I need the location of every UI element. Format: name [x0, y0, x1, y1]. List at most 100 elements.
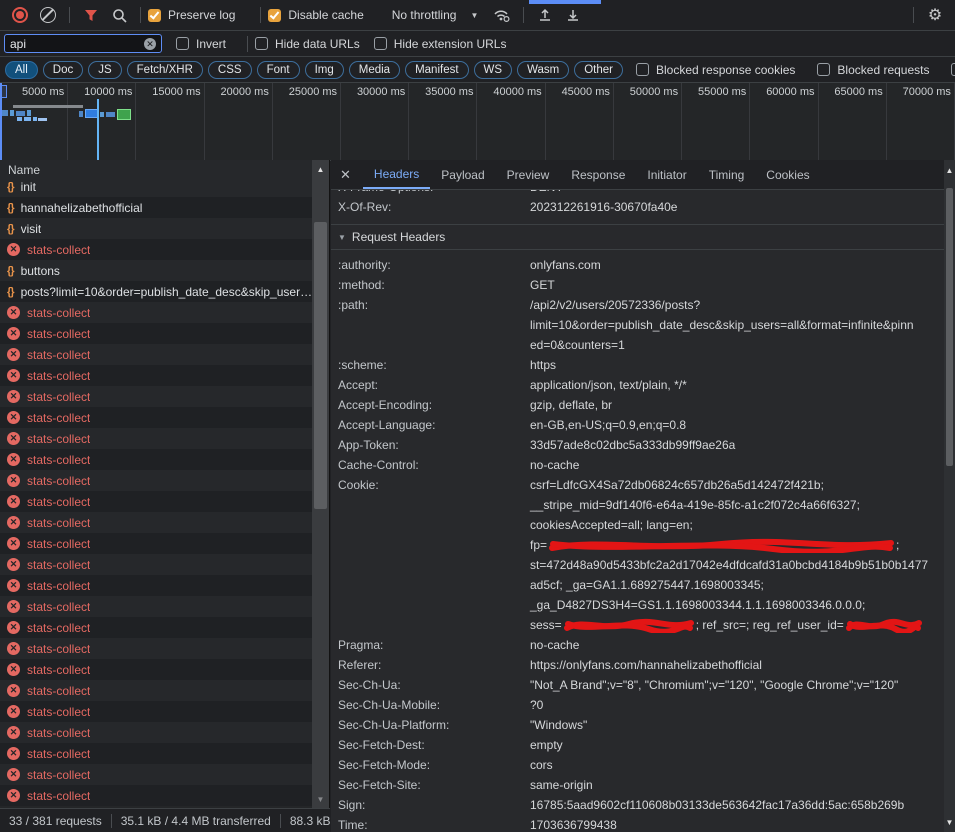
request-row[interactable]: ✕stats-collect: [0, 554, 312, 575]
request-row[interactable]: ✕stats-collect: [0, 344, 312, 365]
error-icon: ✕: [7, 684, 20, 697]
request-row[interactable]: ✕stats-collect: [0, 596, 312, 617]
request-row[interactable]: {}init: [0, 181, 312, 197]
network-overview-timeline[interactable]: 5000 ms10000 ms15000 ms20000 ms25000 ms3…: [0, 83, 955, 161]
request-row[interactable]: ✕stats-collect: [0, 659, 312, 680]
checkbox-label: Blocked response cookies: [656, 63, 795, 77]
tab-timing[interactable]: Timing: [698, 160, 756, 189]
request-row[interactable]: ✕stats-collect: [0, 638, 312, 659]
search-button[interactable]: [105, 2, 133, 28]
hide-data-urls-checkbox[interactable]: Hide data URLs: [255, 37, 360, 51]
request-list-scrollbar[interactable]: ▲ ▼: [312, 160, 329, 808]
request-row[interactable]: ✕stats-collect: [0, 407, 312, 428]
request-row[interactable]: ✕stats-collect: [0, 365, 312, 386]
clear-button[interactable]: [34, 2, 62, 28]
header-value: 202312261916-30670fa40e: [530, 197, 677, 217]
3rd-party-requests-checkbox[interactable]: 3rd-party requests: [951, 63, 955, 77]
filter-pill-media[interactable]: Media: [349, 61, 400, 79]
request-row[interactable]: ✕stats-collect: [0, 470, 312, 491]
tab-cookies[interactable]: Cookies: [755, 160, 820, 189]
request-row[interactable]: ✕stats-collect: [0, 386, 312, 407]
scroll-up-icon[interactable]: ▲: [312, 165, 329, 174]
request-row[interactable]: ✕stats-collect: [0, 701, 312, 722]
scroll-up-icon[interactable]: ▲: [944, 166, 955, 175]
filter-pill-img[interactable]: Img: [305, 61, 344, 79]
scroll-down-icon[interactable]: ▼: [312, 795, 329, 804]
filter-pill-js[interactable]: JS: [88, 61, 121, 79]
waterfall-bar: [100, 112, 104, 117]
header-name: Sec-Ch-Ua-Mobile:: [338, 695, 530, 715]
filter-input[interactable]: [10, 37, 144, 51]
throttling-dropdown[interactable]: No throttling ▼: [392, 8, 479, 22]
filter-pill-manifest[interactable]: Manifest: [405, 61, 468, 79]
filter-pill-font[interactable]: Font: [257, 61, 300, 79]
request-row[interactable]: {}posts?limit=10&order=publish_date_desc…: [0, 281, 312, 302]
request-row[interactable]: {}buttons: [0, 260, 312, 281]
header-value: application/json, text/plain, */*: [530, 375, 687, 395]
tab-initiator[interactable]: Initiator: [636, 160, 697, 189]
timeline-drag-handle[interactable]: [0, 85, 7, 98]
request-row[interactable]: ✕stats-collect: [0, 302, 312, 323]
import-har-button[interactable]: [559, 2, 587, 28]
disable-cache-checkbox[interactable]: Disable cache: [268, 8, 367, 22]
filter-toggle-button[interactable]: [77, 2, 105, 28]
filter-pill-ws[interactable]: WS: [474, 61, 513, 79]
request-name: stats-collect: [27, 369, 90, 383]
request-row[interactable]: ✕stats-collect: [0, 785, 312, 806]
name-column-header[interactable]: Name: [0, 160, 329, 182]
record-button[interactable]: [6, 2, 34, 28]
request-row[interactable]: ✕stats-collect: [0, 239, 312, 260]
redaction-scribble: [846, 618, 922, 633]
request-row[interactable]: ✕stats-collect: [0, 512, 312, 533]
tab-preview[interactable]: Preview: [496, 160, 561, 189]
request-row[interactable]: ✕stats-collect: [0, 491, 312, 512]
request-name: stats-collect: [27, 306, 90, 320]
filter-pill-css[interactable]: CSS: [208, 61, 252, 79]
request-name: hannahelizabethofficial: [21, 201, 143, 215]
request-row[interactable]: ✕stats-collect: [0, 617, 312, 638]
settings-button[interactable]: ⚙: [921, 2, 949, 28]
tab-payload[interactable]: Payload: [430, 160, 495, 189]
blocked-response-cookies-checkbox[interactable]: Blocked response cookies: [636, 63, 795, 77]
scroll-down-icon[interactable]: ▼: [944, 818, 955, 827]
hide-extension-urls-checkbox[interactable]: Hide extension URLs: [374, 37, 507, 51]
request-row[interactable]: {}visit: [0, 218, 312, 239]
network-conditions-button[interactable]: [488, 2, 516, 28]
clear-filter-icon[interactable]: ✕: [144, 38, 156, 50]
header-value: ?0: [530, 695, 543, 715]
request-row[interactable]: ✕stats-collect: [0, 575, 312, 596]
header-value-text: ed=0&counters=1: [530, 335, 625, 355]
export-har-button[interactable]: [531, 2, 559, 28]
filter-input-box[interactable]: ✕: [4, 34, 162, 53]
scrollbar-thumb[interactable]: [314, 222, 327, 509]
request-row[interactable]: ✕stats-collect: [0, 449, 312, 470]
filter-pill-all[interactable]: All: [5, 61, 38, 79]
blocked-requests-checkbox[interactable]: Blocked requests: [817, 63, 929, 77]
request-row[interactable]: ✕stats-collect: [0, 680, 312, 701]
filter-pill-doc[interactable]: Doc: [43, 61, 83, 79]
tab-response[interactable]: Response: [560, 160, 636, 189]
request-row[interactable]: ✕stats-collect: [0, 428, 312, 449]
request-row[interactable]: {}hannahelizabethofficial: [0, 197, 312, 218]
network-toolbar: Preserve log Disable cache No throttling…: [0, 0, 955, 31]
close-icon[interactable]: ✕: [340, 167, 351, 183]
request-row[interactable]: ✕stats-collect: [0, 764, 312, 785]
request-row[interactable]: ✕stats-collect: [0, 323, 312, 344]
request-row[interactable]: ✕stats-collect: [0, 722, 312, 743]
details-scrollbar[interactable]: ▲ ▼: [944, 160, 955, 832]
scrollbar-thumb[interactable]: [946, 188, 953, 466]
waterfall-bar: [27, 110, 31, 116]
request-row[interactable]: ✕stats-collect: [0, 743, 312, 764]
filter-pill-wasm[interactable]: Wasm: [517, 61, 569, 79]
waterfall-bar: [17, 117, 22, 121]
section-header-request-headers[interactable]: ▼Request Headers: [331, 225, 944, 250]
header-value-line: st=472d48a90d5433bfc2a2d17042e4dfdcafd31…: [530, 555, 928, 575]
filter-pill-fetch-xhr[interactable]: Fetch/XHR: [127, 61, 203, 79]
tab-headers[interactable]: Headers: [363, 160, 430, 189]
header-row: Accept-Encoding:gzip, deflate, br: [331, 395, 944, 415]
invert-checkbox[interactable]: Invert: [176, 37, 226, 51]
waterfall-bar: [33, 117, 37, 121]
filter-pill-other[interactable]: Other: [574, 61, 623, 79]
request-row[interactable]: ✕stats-collect: [0, 533, 312, 554]
preserve-log-checkbox[interactable]: Preserve log: [148, 8, 239, 22]
